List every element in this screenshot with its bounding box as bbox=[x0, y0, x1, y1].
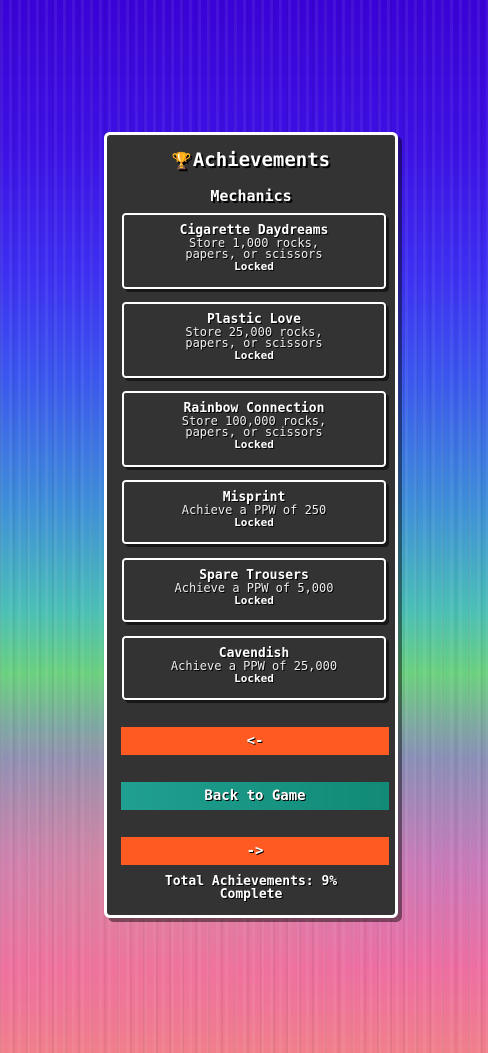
trophy-icon: 🏆 bbox=[171, 151, 192, 170]
achievement-status: Locked bbox=[234, 260, 274, 273]
back-to-game-button[interactable]: Back to Game bbox=[121, 782, 389, 810]
achievement-status: Locked bbox=[234, 594, 274, 607]
achievement-description: Achieve a PPW of 250 bbox=[181, 503, 327, 517]
achievement-card: Rainbow Connection Store 100,000 rocks, … bbox=[122, 391, 386, 467]
achievement-card: Misprint Achieve a PPW of 250 Locked bbox=[122, 480, 386, 544]
achievement-description: Achieve a PPW of 5,000 bbox=[174, 581, 334, 595]
achievement-card: Plastic Love Store 25,000 rocks, papers,… bbox=[122, 302, 386, 378]
achievement-description: papers, or scissors bbox=[185, 425, 323, 439]
achievement-description: Achieve a PPW of 25,000 bbox=[170, 659, 338, 673]
achievement-card: Cavendish Achieve a PPW of 25,000 Locked bbox=[122, 636, 386, 700]
previous-page-button[interactable]: <- bbox=[121, 727, 389, 755]
achievement-status: Locked bbox=[234, 516, 274, 529]
achievement-description: papers, or scissors bbox=[185, 247, 323, 261]
progress-line-2: Complete bbox=[219, 887, 283, 902]
next-page-button[interactable]: -> bbox=[121, 837, 389, 865]
panel-title: Achievements bbox=[192, 149, 331, 171]
achievements-panel: 🏆Achievements Mechanics Cigarette Daydre… bbox=[104, 132, 398, 918]
section-heading: Mechanics bbox=[210, 187, 292, 205]
achievement-card: Cigarette Daydreams Store 1,000 rocks, p… bbox=[122, 213, 386, 289]
achievement-description: papers, or scissors bbox=[185, 336, 323, 350]
achievement-card: Spare Trousers Achieve a PPW of 5,000 Lo… bbox=[122, 558, 386, 622]
achievement-status: Locked bbox=[234, 672, 274, 685]
achievements-progress: Total Achievements: 9% Complete bbox=[107, 875, 395, 901]
panel-title-row: 🏆Achievements bbox=[107, 149, 395, 171]
achievement-status: Locked bbox=[234, 349, 274, 362]
achievement-status: Locked bbox=[234, 438, 274, 451]
